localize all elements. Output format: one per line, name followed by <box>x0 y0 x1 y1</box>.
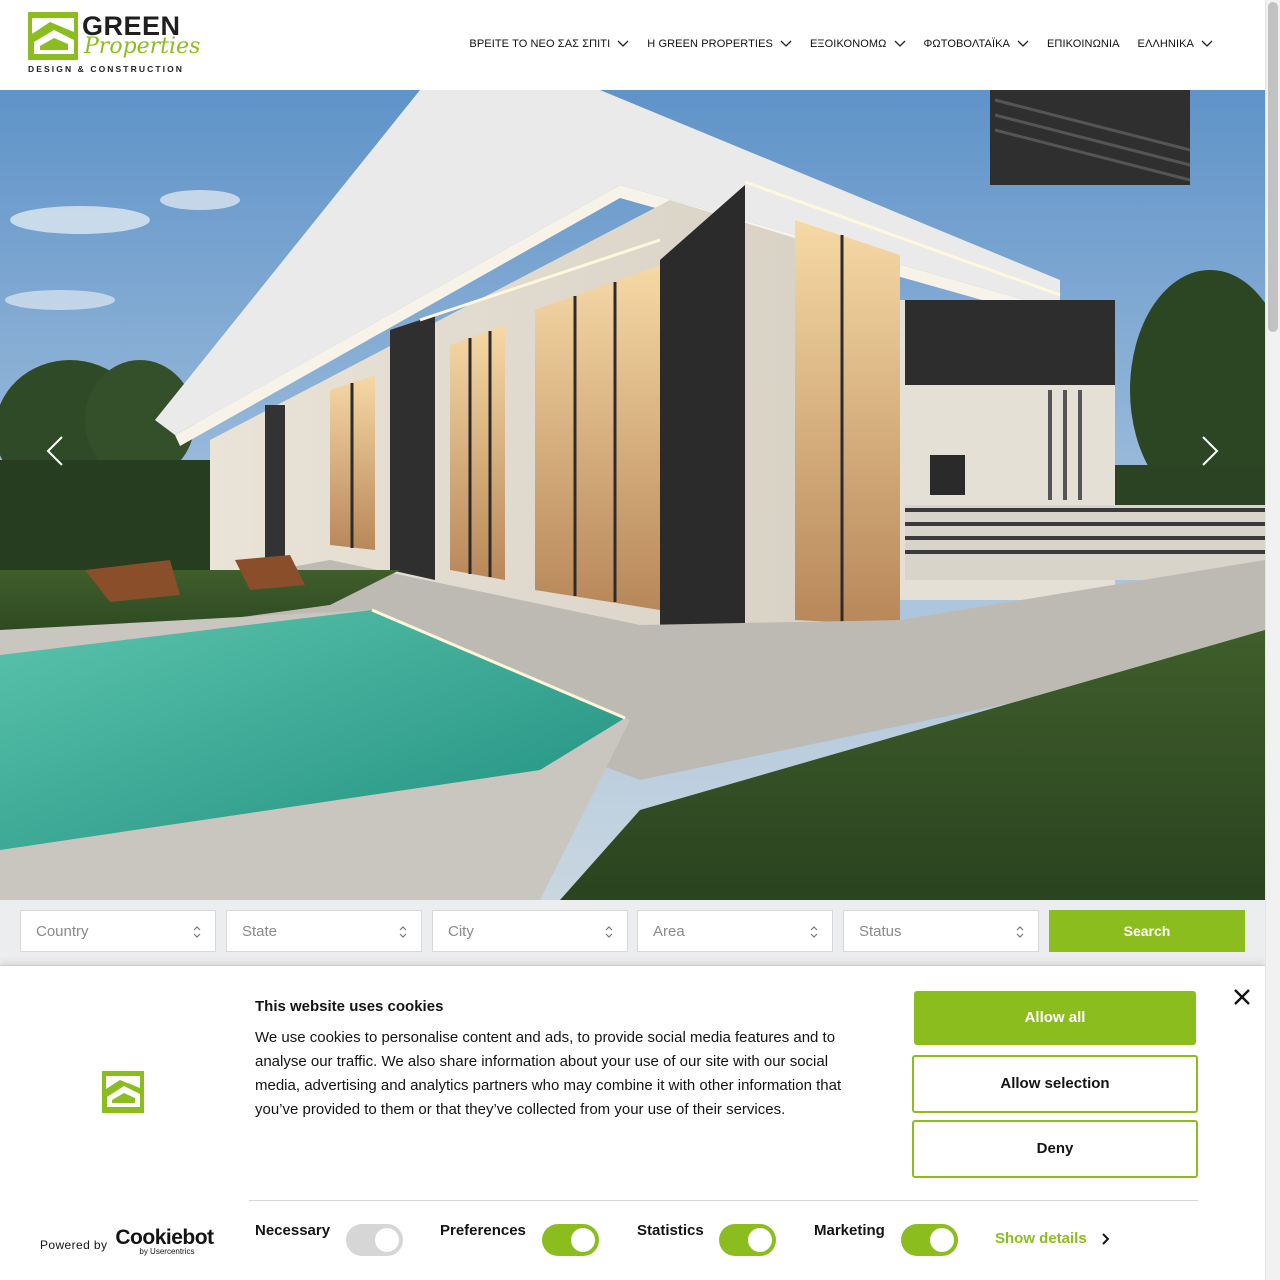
allow-selection-button[interactable]: Allow selection <box>912 1055 1198 1113</box>
cookiebot-logo: Cookiebot by Usercentrics <box>115 1226 214 1256</box>
site-header: GREEN Properties DESIGN & CONSTRUCTION Β… <box>0 0 1265 90</box>
powered-by-label: Powered by <box>40 1238 108 1252</box>
chevron-down-icon <box>617 40 629 47</box>
show-details-link[interactable]: Show details <box>995 1230 1109 1247</box>
nav-item-label: ΕΠΙΚΟΙΝΩΝΙΑ <box>1046 38 1120 50</box>
hero-slider <box>0 90 1265 900</box>
toggle-marketing-group: Marketing <box>814 1222 885 1239</box>
cookiebot-wordmark: Cookiebot <box>115 1226 214 1249</box>
nav-item-find-home[interactable]: ΒΡΕΙΤΕ ΤΟ ΝΕΟ ΣΑΣ ΣΠΙΤΙ <box>469 38 629 50</box>
select-arrows-icon <box>605 926 613 938</box>
cookie-divider <box>249 1200 1198 1201</box>
slider-prev-button[interactable] <box>42 434 68 468</box>
country-select[interactable]: Country <box>20 910 216 952</box>
allow-all-button[interactable]: Allow all <box>914 991 1196 1045</box>
toggle-statistics-label: Statistics <box>637 1222 704 1239</box>
select-arrows-icon <box>1016 926 1024 938</box>
select-arrows-icon <box>193 926 201 938</box>
cookie-banner: This website uses cookies We use cookies… <box>0 966 1265 1280</box>
status-select[interactable]: Status <box>843 910 1039 952</box>
page-scrollbar[interactable] <box>1265 0 1280 1280</box>
toggle-preferences-group: Preferences <box>440 1222 526 1239</box>
toggle-preferences[interactable] <box>542 1224 599 1256</box>
cookie-description: We use cookies to personalise content an… <box>255 1029 842 1118</box>
logo-name-line2: Properties <box>84 34 201 59</box>
main-nav: ΒΡΕΙΤΕ ΤΟ ΝΕΟ ΣΑΣ ΣΠΙΤΙ Η GREEN PROPERTI… <box>451 38 1213 50</box>
nav-item-label: ΕΞΟΙΚΟΝΟΜΩ <box>809 38 887 50</box>
nav-item-savings[interactable]: ΕΞΟΙΚΟΝΟΜΩ <box>810 38 906 50</box>
page: GREEN Properties DESIGN & CONSTRUCTION Β… <box>0 0 1280 1280</box>
toggle-statistics-group: Statistics <box>637 1222 704 1239</box>
state-select[interactable]: State <box>226 910 422 952</box>
property-search-bar: Country State City Area Status Search <box>0 900 1265 966</box>
area-select-placeholder: Area <box>653 923 685 940</box>
site-logo-icon <box>102 1071 144 1113</box>
toggle-necessary-label: Necessary <box>255 1222 331 1239</box>
nav-item-language[interactable]: ΕΛΛΗΝΙΚΑ <box>1138 38 1213 50</box>
show-details-label: Show details <box>995 1230 1087 1247</box>
toggle-marketing[interactable] <box>901 1224 958 1256</box>
chevron-down-icon <box>1201 40 1213 47</box>
site-logo[interactable]: GREEN Properties DESIGN & CONSTRUCTION <box>28 12 200 74</box>
chevron-down-icon <box>1017 40 1029 47</box>
toggle-preferences-label: Preferences <box>440 1222 526 1239</box>
nav-item-label: ΕΛΛΗΝΙΚΑ <box>1137 38 1194 50</box>
chevron-right-icon <box>1101 1232 1109 1245</box>
nav-item-contact[interactable]: ΕΠΙΚΟΙΝΩΝΙΑ <box>1047 38 1120 50</box>
scrollbar-thumb[interactable] <box>1268 2 1278 332</box>
nav-item-photovoltaics[interactable]: ΦΩΤΟΒΟΛΤΑΪΚΑ <box>924 38 1029 50</box>
deny-button[interactable]: Deny <box>912 1120 1198 1178</box>
logo-house-icon <box>28 12 78 60</box>
nav-item-label: ΒΡΕΙΤΕ ΤΟ ΝΕΟ ΣΑΣ ΣΠΙΤΙ <box>469 38 611 50</box>
cookie-title: This website uses cookies <box>255 998 444 1015</box>
slider-next-button[interactable] <box>1197 434 1223 468</box>
chevron-down-icon <box>894 40 905 47</box>
city-select-placeholder: City <box>448 923 474 940</box>
state-select-placeholder: State <box>242 923 278 940</box>
country-select-placeholder: Country <box>36 923 89 940</box>
close-icon[interactable] <box>1233 988 1251 1006</box>
search-button[interactable]: Search <box>1049 910 1245 952</box>
cookiebot-sub: by Usercentrics <box>139 1247 195 1256</box>
city-select[interactable]: City <box>432 910 628 952</box>
nav-item-about[interactable]: Η GREEN PROPERTIES <box>647 38 792 50</box>
select-arrows-icon <box>810 926 818 938</box>
toggle-necessary-group: Necessary <box>255 1222 330 1239</box>
nav-item-label: ΦΩΤΟΒΟΛΤΑΪΚΑ <box>923 38 1010 50</box>
chevron-down-icon <box>780 40 792 47</box>
toggle-marketing-label: Marketing <box>814 1222 885 1239</box>
toggle-necessary <box>346 1224 403 1256</box>
nav-item-label: Η GREEN PROPERTIES <box>647 38 773 50</box>
toggle-statistics[interactable] <box>719 1224 776 1256</box>
logo-tagline: DESIGN & CONSTRUCTION <box>28 64 185 74</box>
status-select-placeholder: Status <box>859 923 902 940</box>
hero-image <box>0 90 1265 900</box>
cookiebot-branding[interactable]: Powered by Cookiebot by Usercentrics <box>40 1226 214 1256</box>
area-select[interactable]: Area <box>637 910 833 952</box>
select-arrows-icon <box>399 926 407 938</box>
